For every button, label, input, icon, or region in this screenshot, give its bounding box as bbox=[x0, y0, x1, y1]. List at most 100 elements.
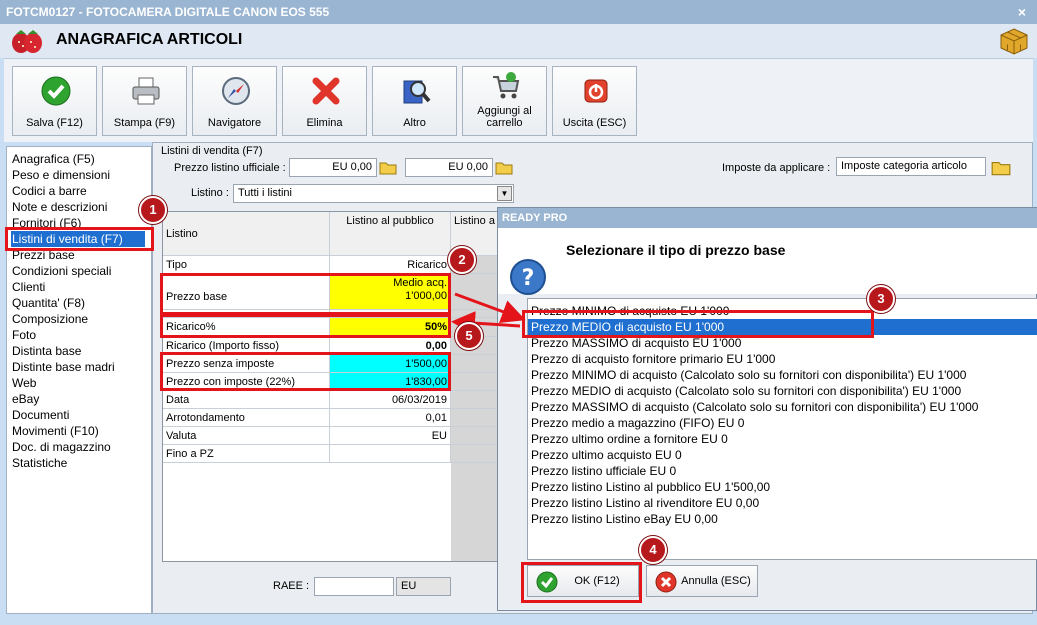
exit-button[interactable]: Uscita (ESC) bbox=[552, 66, 637, 136]
save-button-label: Salva (F12) bbox=[26, 117, 83, 129]
grid-header: Listino Listino al pubblico Listino a bbox=[163, 212, 501, 256]
official-price-field-2[interactable]: EU 0,00 bbox=[405, 158, 493, 177]
dialog-header: ? Selezionare il tipo di prezzo base bbox=[498, 228, 1037, 295]
row-label: Prezzo base bbox=[163, 274, 330, 309]
sidebar-item-codici-barre[interactable]: Codici a barre bbox=[12, 183, 151, 199]
more-button-label: Altro bbox=[403, 117, 426, 129]
delete-button[interactable]: Elimina bbox=[282, 66, 367, 136]
sidebar-nav: Anagrafica (F5) Peso e dimensioni Codici… bbox=[6, 146, 152, 614]
row-value-net-price[interactable]: 1'500,00 bbox=[330, 355, 451, 372]
row-value-other[interactable] bbox=[451, 373, 501, 390]
delete-button-label: Elimina bbox=[306, 117, 343, 129]
close-icon[interactable]: × bbox=[1013, 3, 1031, 21]
folder-icon[interactable] bbox=[494, 158, 514, 177]
boxes-icon[interactable] bbox=[999, 27, 1029, 55]
sidebar-item-clienti[interactable]: Clienti bbox=[12, 279, 151, 295]
navigator-button[interactable]: Navigatore bbox=[192, 66, 277, 136]
row-value[interactable]: EU bbox=[330, 427, 451, 444]
cancel-button[interactable]: Annulla (ESC) bbox=[646, 565, 758, 597]
app-header: ANAGRAFICA ARTICOLI bbox=[0, 24, 1037, 58]
list-item[interactable]: Prezzo MINIMO di acquisto EU 1'000 bbox=[528, 303, 1037, 319]
list-item[interactable]: Prezzo MASSIMO di acquisto (Calcolato so… bbox=[528, 399, 1037, 415]
sidebar-item-fornitori[interactable]: Fornitori (F6) bbox=[12, 215, 151, 231]
cancel-x-icon bbox=[655, 571, 677, 593]
taxes-field[interactable]: Imposte categoria articolo bbox=[836, 157, 986, 176]
list-item[interactable]: Prezzo MASSIMO di acquisto EU 1'000 bbox=[528, 335, 1037, 351]
cancel-button-label: Annulla (ESC) bbox=[681, 575, 751, 587]
table-row[interactable]: Arrotondamento 0,01 bbox=[163, 409, 501, 427]
row-value-other[interactable] bbox=[451, 409, 501, 426]
list-item[interactable]: Prezzo MINIMO di acquisto (Calcolato sol… bbox=[528, 367, 1037, 383]
sidebar-item-condizioni-speciali[interactable]: Condizioni speciali bbox=[12, 263, 151, 279]
official-price-field-1[interactable]: EU 0,00 bbox=[289, 158, 377, 177]
sidebar-item-anagrafica[interactable]: Anagrafica (F5) bbox=[12, 151, 151, 167]
dialog-message: Selezionare il tipo di prezzo base bbox=[566, 242, 786, 258]
row-value-other[interactable] bbox=[451, 274, 501, 309]
step-badge-1: 1 bbox=[139, 196, 167, 224]
table-row[interactable]: Ricarico (Importo fisso) 0,00 bbox=[163, 337, 501, 355]
ok-button[interactable]: OK (F12) bbox=[527, 565, 639, 597]
dialog-title: READY PRO bbox=[498, 208, 1037, 228]
sidebar-item-web[interactable]: Web bbox=[12, 375, 151, 391]
list-item[interactable]: Prezzo listino Listino eBay EU 0,00 bbox=[528, 511, 1037, 527]
table-row[interactable]: Ricarico% 50% bbox=[163, 318, 501, 337]
grid-header-pubblico: Listino al pubblico bbox=[330, 212, 451, 255]
delete-x-icon bbox=[312, 77, 340, 105]
row-value[interactable]: 0,01 bbox=[330, 409, 451, 426]
more-button[interactable]: Altro bbox=[372, 66, 457, 136]
sidebar-item-composizione[interactable]: Composizione bbox=[12, 311, 151, 327]
table-row[interactable]: Data 06/03/2019 bbox=[163, 391, 501, 409]
list-item[interactable]: Prezzo ultimo acquisto EU 0 bbox=[528, 447, 1037, 463]
list-item[interactable]: Prezzo medio a magazzino (FIFO) EU 0 bbox=[528, 415, 1037, 431]
table-row[interactable]: Prezzo con imposte (22%) 1'830,00 bbox=[163, 373, 501, 391]
table-row[interactable]: Valuta EU bbox=[163, 427, 501, 445]
row-label: Ricarico (Importo fisso) bbox=[163, 337, 330, 354]
row-value[interactable]: Ricarico bbox=[330, 256, 451, 273]
sidebar-item-documenti[interactable]: Documenti bbox=[12, 407, 151, 423]
list-item[interactable]: Prezzo listino Listino al rivenditore EU… bbox=[528, 495, 1037, 511]
sidebar-item-note-descrizioni[interactable]: Note e descrizioni bbox=[12, 199, 151, 215]
price-list-select[interactable]: Tutti i listini ▼ bbox=[233, 184, 514, 203]
sidebar-item-foto[interactable]: Foto bbox=[12, 327, 151, 343]
folder-icon[interactable] bbox=[378, 158, 398, 177]
list-item[interactable]: Prezzo MEDIO di acquisto (Calcolato solo… bbox=[528, 383, 1037, 399]
row-value[interactable]: 06/03/2019 bbox=[330, 391, 451, 408]
row-value-gross-price[interactable]: 1'830,00 bbox=[330, 373, 451, 390]
row-label: Arrotondamento bbox=[163, 409, 330, 426]
folder-icon[interactable] bbox=[988, 157, 1014, 178]
save-button[interactable]: Salva (F12) bbox=[12, 66, 97, 136]
exit-icon bbox=[584, 79, 608, 103]
sidebar-item-listini-vendita[interactable]: Listini di vendita (F7) bbox=[11, 231, 145, 247]
list-item[interactable]: Prezzo di acquisto fornitore primario EU… bbox=[528, 351, 1037, 367]
print-button[interactable]: Stampa (F9) bbox=[102, 66, 187, 136]
row-value-markup[interactable]: 50% bbox=[330, 318, 451, 336]
raee-field[interactable] bbox=[314, 577, 394, 596]
list-item[interactable]: Prezzo listino Listino al pubblico EU 1'… bbox=[528, 479, 1037, 495]
check-icon bbox=[536, 571, 558, 593]
table-row[interactable]: Fino a PZ bbox=[163, 445, 501, 463]
row-value-base-price[interactable]: Medio acq. 1'000,00 bbox=[330, 274, 451, 309]
table-row[interactable]: Prezzo base Medio acq. 1'000,00 bbox=[163, 274, 501, 310]
sidebar-item-quantita[interactable]: Quantita' (F8) bbox=[12, 295, 151, 311]
chevron-down-icon[interactable]: ▼ bbox=[497, 186, 512, 201]
row-value-other[interactable] bbox=[451, 445, 501, 462]
table-row[interactable]: Prezzo senza imposte 1'500,00 bbox=[163, 355, 501, 373]
add-to-cart-button[interactable]: Aggiungi al carrello bbox=[462, 66, 547, 136]
row-value-other[interactable] bbox=[451, 391, 501, 408]
sidebar-item-distinta-base[interactable]: Distinta base bbox=[12, 343, 151, 359]
sidebar-item-ebay[interactable]: eBay bbox=[12, 391, 151, 407]
list-item[interactable]: Prezzo ultimo ordine a fornitore EU 0 bbox=[528, 431, 1037, 447]
row-value[interactable]: 0,00 bbox=[330, 337, 451, 354]
sidebar-item-prezzi-base[interactable]: Prezzi base bbox=[12, 247, 151, 263]
sidebar-item-movimenti[interactable]: Movimenti (F10) bbox=[12, 423, 151, 439]
sidebar-item-doc-magazzino[interactable]: Doc. di magazzino bbox=[12, 439, 151, 455]
sidebar-item-distinte-base-madri[interactable]: Distinte base madri bbox=[12, 359, 151, 375]
row-value[interactable] bbox=[330, 445, 451, 462]
list-item-selected[interactable]: Prezzo MEDIO di acquisto EU 1'000 bbox=[528, 319, 1037, 335]
list-item[interactable]: Prezzo listino ufficiale EU 0 bbox=[528, 463, 1037, 479]
row-value-other[interactable] bbox=[451, 355, 501, 372]
sidebar-item-statistiche[interactable]: Statistiche bbox=[12, 455, 151, 471]
row-value-other[interactable] bbox=[451, 427, 501, 444]
row-label: Data bbox=[163, 391, 330, 408]
sidebar-item-peso-dimensioni[interactable]: Peso e dimensioni bbox=[12, 167, 151, 183]
